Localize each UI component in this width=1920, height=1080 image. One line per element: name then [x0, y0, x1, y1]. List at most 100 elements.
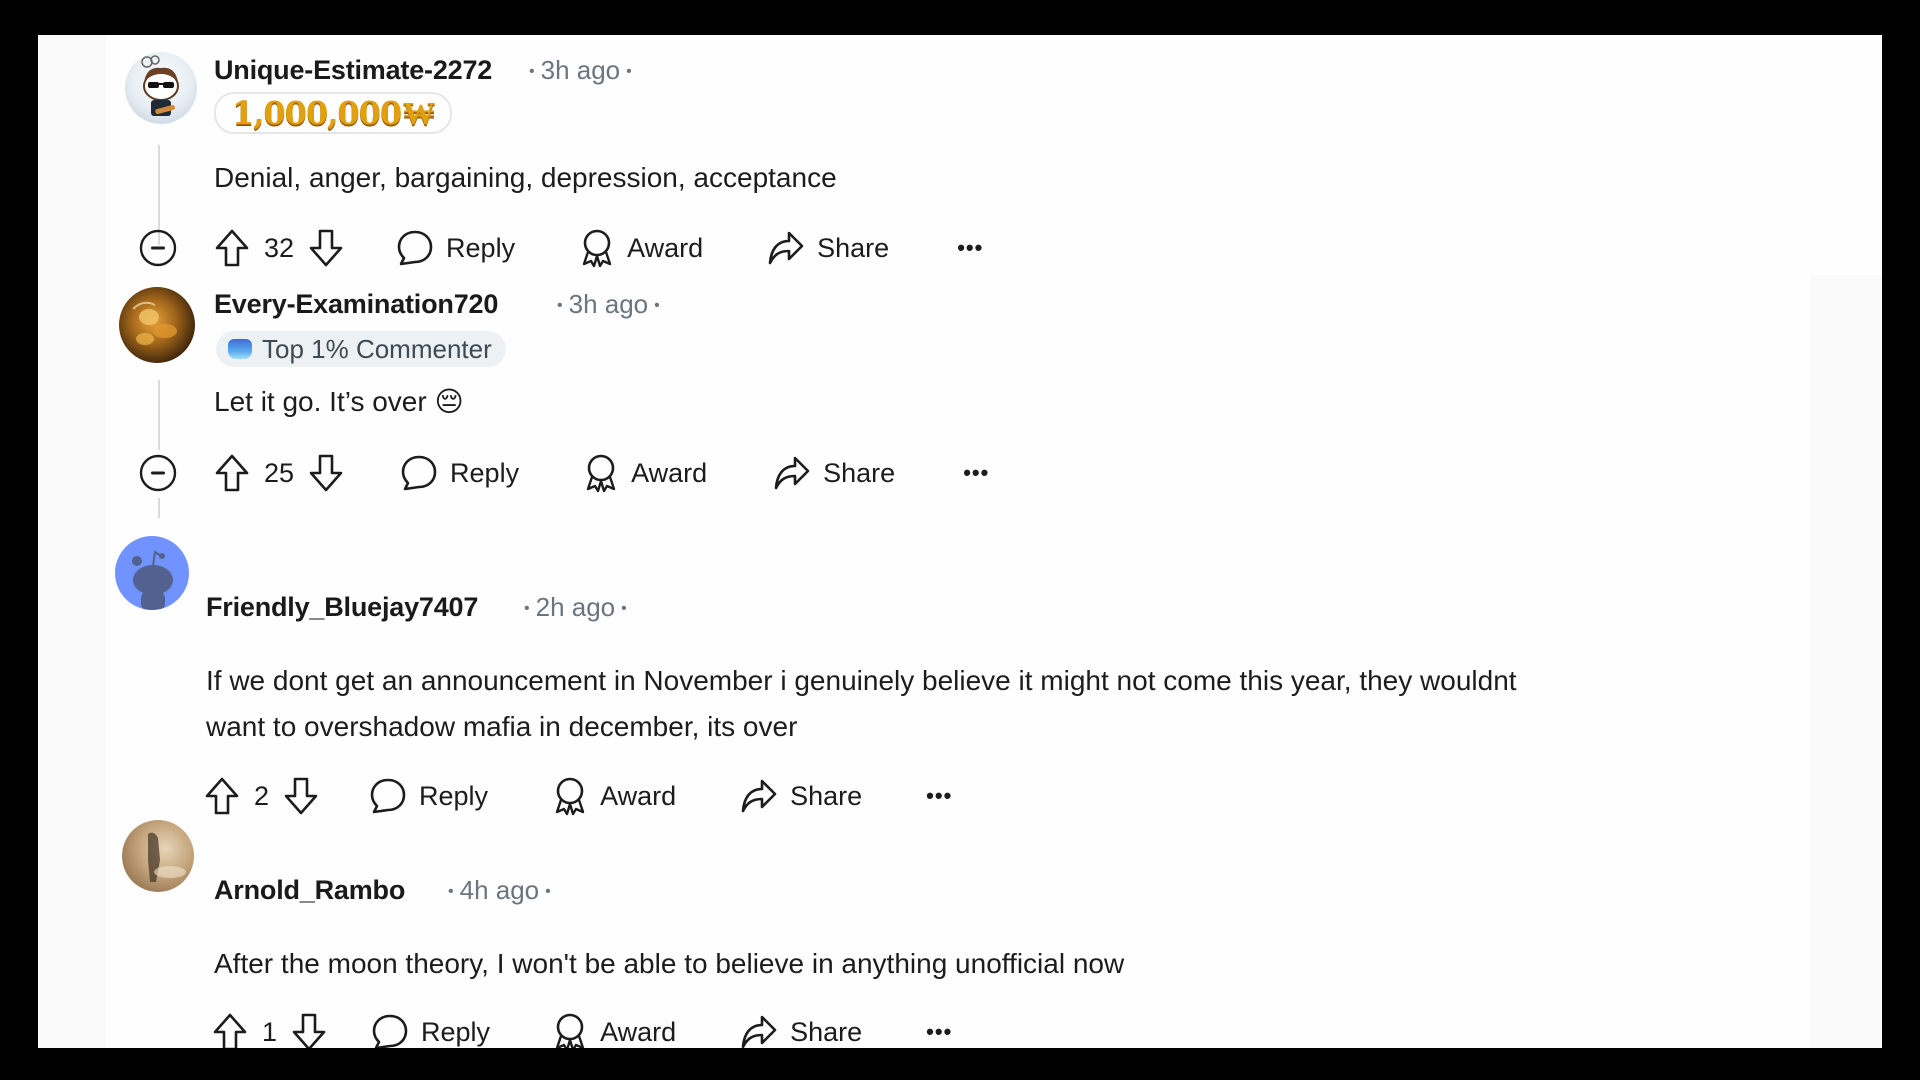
commenter-badge-icon	[228, 339, 252, 359]
comment-text: Let it go. It’s over 😔	[214, 386, 464, 417]
vote-control: 1	[212, 1012, 327, 1048]
ellipsis-icon: •••	[926, 1019, 953, 1044]
more-options-button[interactable]: •••	[926, 783, 952, 809]
share-button[interactable]: Share	[773, 455, 895, 491]
collapse-button[interactable]	[138, 228, 178, 268]
award-label: Award	[631, 457, 708, 488]
arrow-up-icon	[215, 229, 249, 267]
share-arrow-icon	[741, 779, 777, 813]
separator-dot: •	[529, 63, 535, 81]
comment-body: Denial, anger, bargaining, depression, a…	[214, 155, 837, 201]
award-button[interactable]: Award	[583, 453, 707, 493]
profile-image-icon	[148, 832, 186, 882]
award-ribbon-icon	[555, 1013, 585, 1048]
reply-label: Reply	[419, 780, 489, 811]
award-ribbon-icon	[586, 454, 616, 493]
award-button[interactable]: Award	[579, 228, 703, 268]
reply-button[interactable]: Reply	[400, 454, 519, 492]
avatar[interactable]	[125, 52, 197, 124]
downvote-button[interactable]	[283, 776, 319, 816]
upvote-button[interactable]	[214, 228, 250, 268]
comment-meta: • 4h ago •	[442, 875, 557, 906]
reply-button[interactable]: Reply	[369, 777, 488, 815]
upvote-button[interactable]	[204, 776, 240, 816]
separator-dot: •	[524, 600, 530, 618]
comment-text: After the moon theory, I won't be able t…	[214, 948, 1125, 979]
vote-count: 1	[262, 1016, 278, 1047]
vote-control: 32	[214, 228, 344, 268]
reply-label: Reply	[446, 232, 516, 263]
comment-body: After the moon theory, I won't be able t…	[214, 941, 1124, 987]
arrow-down-icon	[292, 1013, 326, 1048]
reply-label: Reply	[450, 457, 520, 488]
downvote-button[interactable]	[308, 228, 344, 268]
upvote-button[interactable]	[212, 1012, 248, 1048]
arrow-up-icon	[205, 777, 239, 815]
avatar[interactable]	[122, 820, 194, 892]
comment-meta: • 2h ago •	[518, 592, 633, 623]
minus-circle-icon	[139, 454, 177, 492]
speech-bubble-icon	[372, 1014, 408, 1048]
ellipsis-icon: •••	[957, 235, 984, 260]
timestamp: 3h ago	[540, 55, 621, 85]
more-options-button[interactable]: •••	[963, 460, 989, 486]
award-button[interactable]: Award	[552, 1012, 676, 1048]
thread-line	[158, 498, 160, 518]
comment-meta: • 3h ago •	[523, 55, 638, 86]
comment-text: Denial, anger, bargaining, depression, a…	[214, 162, 837, 193]
panel-right-gutter	[1810, 275, 1882, 1048]
vote-count: 25	[264, 457, 295, 488]
username[interactable]: Unique-Estimate-2272	[214, 55, 492, 86]
snoo-avatar-icon	[141, 55, 179, 116]
ellipsis-icon: •••	[963, 460, 990, 485]
username[interactable]: Every-Examination720	[214, 289, 498, 320]
username[interactable]: Arnold_Rambo	[214, 875, 405, 906]
separator-dot: •	[557, 297, 563, 315]
timestamp: 3h ago	[568, 289, 649, 319]
avatar[interactable]	[115, 536, 189, 610]
separator-dot: •	[621, 600, 627, 618]
award-ribbon-icon	[555, 777, 585, 816]
award-label: Award	[600, 1016, 677, 1047]
comment-text-line: If we dont get an announcement in Novemb…	[206, 665, 1517, 696]
panel-left-gutter	[38, 35, 106, 1048]
share-button[interactable]: Share	[740, 778, 862, 814]
share-button[interactable]: Share	[740, 1014, 862, 1048]
award-ribbon-icon	[582, 229, 612, 268]
snoo-default-avatar-icon	[132, 550, 173, 610]
award-label: Award	[600, 780, 677, 811]
collapse-button[interactable]	[138, 453, 178, 493]
comment-body: If we dont get an announcement in Novemb…	[206, 658, 1517, 750]
share-label: Share	[790, 1016, 863, 1047]
arrow-down-icon	[284, 777, 318, 815]
share-arrow-icon	[741, 1015, 777, 1048]
downvote-button[interactable]	[291, 1012, 327, 1048]
downvote-button[interactable]	[308, 453, 344, 493]
arrow-up-icon	[215, 454, 249, 492]
username[interactable]: Friendly_Bluejay7407	[206, 592, 478, 623]
speech-bubble-icon	[370, 778, 406, 814]
comment-body: Let it go. It’s over 😔	[214, 379, 464, 425]
timestamp: 4h ago	[459, 875, 540, 905]
top-commenter-badge: Top 1% Commenter	[216, 331, 506, 367]
share-label: Share	[823, 457, 896, 488]
reply-button[interactable]: Reply	[371, 1013, 490, 1048]
comment-actions: 2 Reply Award Share •••	[204, 774, 952, 818]
more-options-button[interactable]: •••	[957, 235, 983, 261]
vote-count: 32	[264, 232, 295, 263]
reply-label: Reply	[421, 1016, 491, 1047]
speech-bubble-icon	[401, 455, 437, 491]
award-button[interactable]: Award	[552, 776, 676, 816]
comment-actions: 32 Reply Award Share •••	[138, 226, 983, 270]
ellipsis-icon: •••	[926, 783, 953, 808]
vote-control: 2	[204, 776, 319, 816]
share-label: Share	[790, 780, 863, 811]
more-options-button[interactable]: •••	[926, 1019, 952, 1045]
share-arrow-icon	[768, 231, 804, 265]
timestamp: 2h ago	[535, 592, 616, 622]
reply-button[interactable]: Reply	[396, 229, 515, 267]
share-button[interactable]: Share	[767, 230, 889, 266]
share-arrow-icon	[774, 456, 810, 490]
avatar[interactable]	[119, 287, 195, 363]
upvote-button[interactable]	[214, 453, 250, 493]
